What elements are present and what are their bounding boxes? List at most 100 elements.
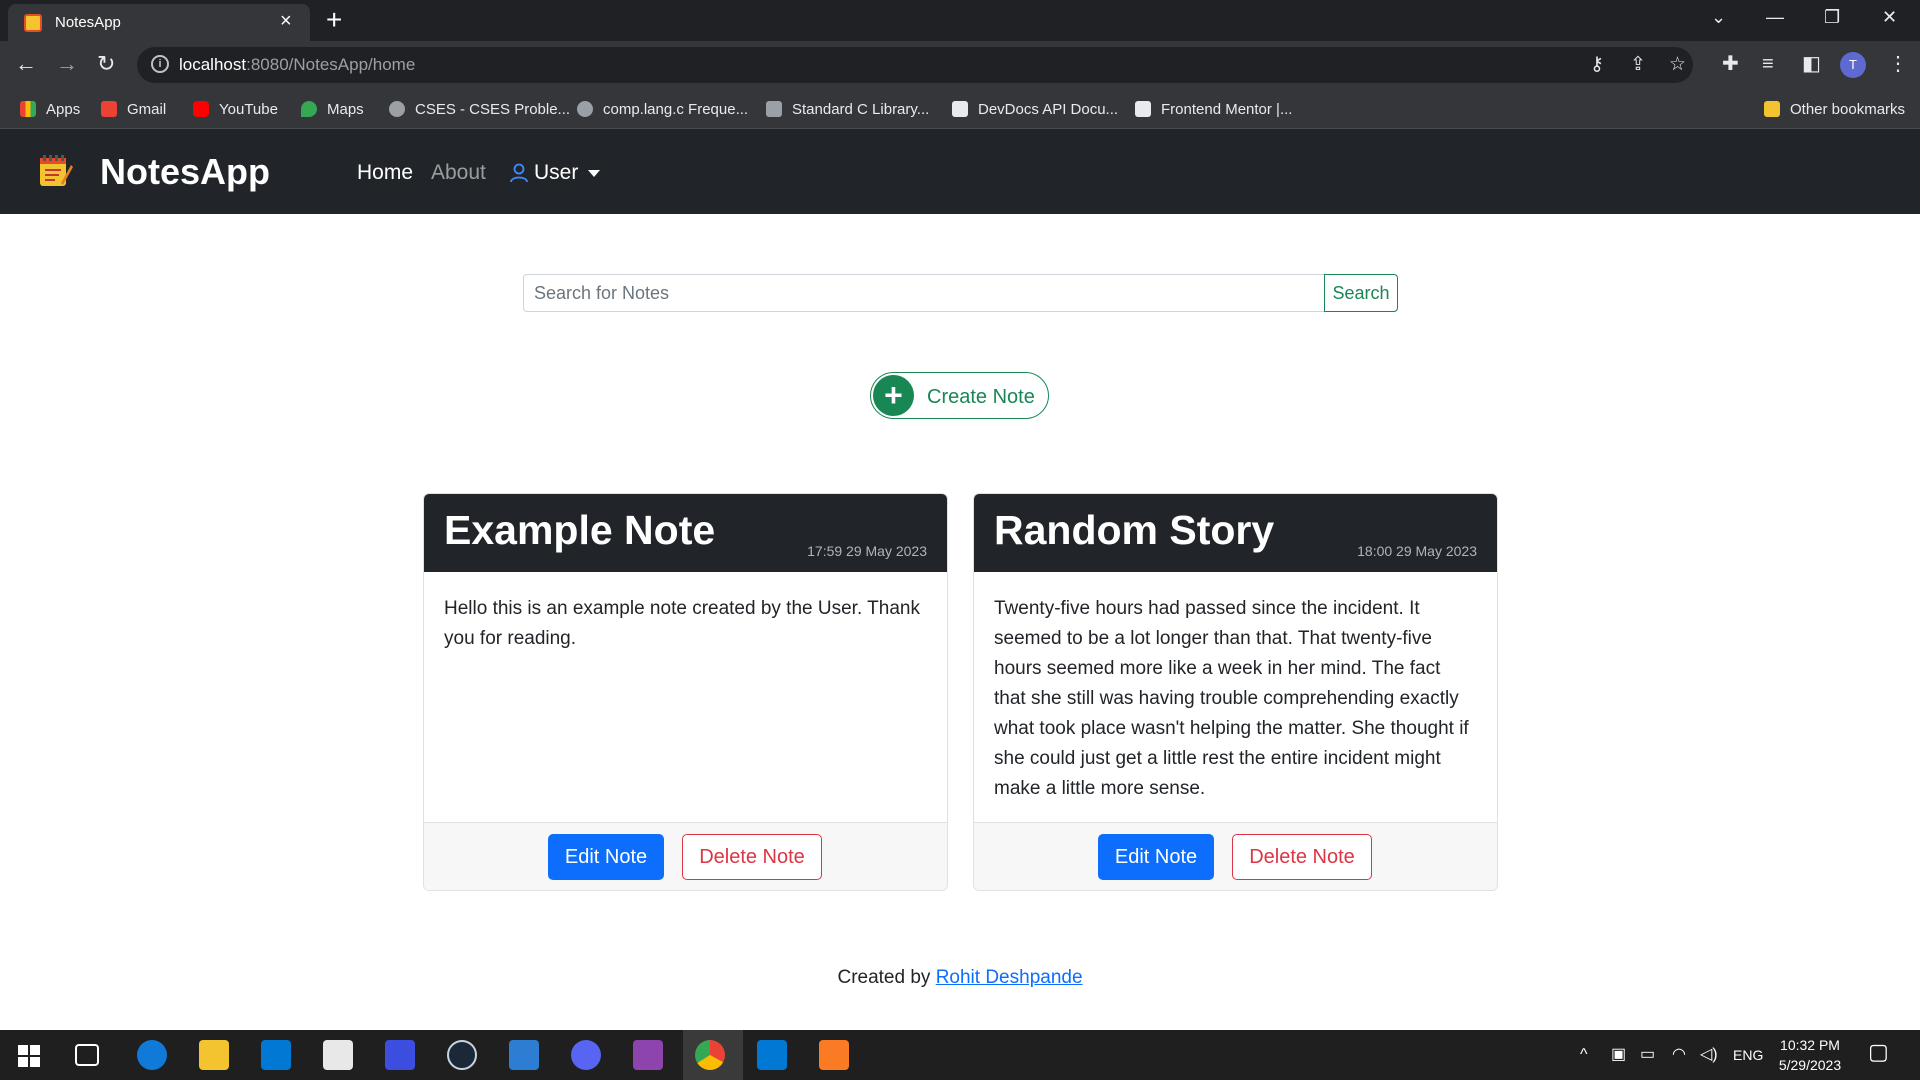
gmail-icon: [101, 101, 117, 117]
frontend-mentor-icon: [1135, 101, 1151, 117]
windows-taskbar: ^ ▣ ▭ ◠ ◁) ENG 10:32 PM 5/29/2023 ▢: [0, 1030, 1920, 1080]
menu-kebab-icon[interactable]: ⋮: [1888, 50, 1908, 78]
reload-icon[interactable]: ↻: [97, 50, 115, 78]
browser-tab-strip: NotesApp × + ⌄ — ❐ ✕: [0, 0, 1920, 41]
task-view-icon[interactable]: [75, 1044, 99, 1066]
discord-icon[interactable]: [571, 1040, 601, 1070]
browser-tab[interactable]: NotesApp ×: [8, 4, 310, 41]
edit-note-button[interactable]: Edit Note: [1098, 834, 1214, 880]
installer-icon[interactable]: [509, 1040, 539, 1070]
plus-icon: +: [873, 375, 914, 416]
folder-icon: [1764, 101, 1780, 117]
chevron-down-icon: [588, 169, 601, 177]
vs-code-alt-icon[interactable]: [385, 1040, 415, 1070]
bookmark-frontend-mentor[interactable]: Frontend Mentor |...: [1135, 97, 1292, 121]
minimize-icon[interactable]: —: [1766, 6, 1784, 28]
bookmark-youtube[interactable]: YouTube: [193, 97, 278, 121]
visual-studio-icon[interactable]: [633, 1040, 663, 1070]
user-dropdown[interactable]: User: [510, 161, 601, 185]
address-bar[interactable]: i localhost:8080/NotesApp/home ⚷ ⇪ ☆: [137, 47, 1693, 83]
chrome-icon[interactable]: [695, 1040, 725, 1070]
create-note-button[interactable]: + Create Note: [870, 372, 1049, 419]
key-icon[interactable]: ⚷: [1590, 53, 1604, 77]
battery-icon[interactable]: ▭: [1640, 1045, 1655, 1065]
note-title: Random Story: [994, 507, 1275, 553]
windows-start-icon[interactable]: [18, 1045, 40, 1067]
close-window-icon[interactable]: ✕: [1882, 6, 1897, 28]
language-indicator[interactable]: ENG: [1733, 1045, 1763, 1065]
note-card-footer: Edit Note Delete Note: [424, 822, 947, 890]
bookmark-gmail[interactable]: Gmail: [101, 97, 166, 121]
bookmark-apps[interactable]: Apps: [20, 97, 80, 121]
gnu-icon: [766, 101, 782, 117]
search-button[interactable]: Search: [1324, 274, 1398, 312]
site-info-icon[interactable]: i: [151, 55, 169, 73]
tab-title: NotesApp: [55, 14, 121, 31]
tab-search-icon[interactable]: ⌄: [1711, 6, 1726, 28]
footer-prefix: Created by: [837, 967, 931, 988]
globe-icon: [389, 101, 405, 117]
bookmarks-bar: Apps Gmail YouTube Maps CSES - CSES Prob…: [0, 89, 1920, 129]
vscode-icon[interactable]: [757, 1040, 787, 1070]
system-clock[interactable]: 10:32 PM 5/29/2023: [1770, 1035, 1850, 1075]
brand-name[interactable]: NotesApp: [100, 151, 270, 193]
note-body: Hello this is an example note created by…: [444, 598, 920, 649]
youtube-icon: [193, 101, 209, 117]
url-text: localhost:8080/NotesApp/home: [179, 55, 416, 74]
notification-center-icon[interactable]: ▢: [1868, 1041, 1889, 1063]
note-card: Example Note 17:59 29 May 2023 Hello thi…: [423, 493, 948, 891]
delete-note-button[interactable]: Delete Note: [682, 834, 822, 880]
user-icon: [510, 163, 528, 183]
apps-grid-icon: [20, 101, 36, 117]
note-card-footer: Edit Note Delete Note: [974, 822, 1497, 890]
reading-list-icon[interactable]: ≡: [1762, 50, 1774, 78]
bookmark-other[interactable]: Other bookmarks: [1764, 97, 1905, 121]
note-date: 17:59 29 May 2023: [807, 543, 927, 559]
browser-toolbar: ← → ↻ i localhost:8080/NotesApp/home ⚷ ⇪…: [0, 41, 1920, 89]
file-explorer-icon[interactable]: [199, 1040, 229, 1070]
mail-icon[interactable]: [261, 1040, 291, 1070]
store-icon[interactable]: [323, 1040, 353, 1070]
forward-icon[interactable]: →: [56, 50, 78, 78]
restore-icon[interactable]: ❐: [1824, 6, 1840, 28]
clock-time: 10:32 PM: [1780, 1037, 1840, 1053]
side-panel-icon[interactable]: ◧: [1802, 50, 1821, 78]
note-title: Example Note: [444, 507, 716, 553]
edge-icon[interactable]: [137, 1040, 167, 1070]
meet-now-icon[interactable]: ▣: [1611, 1045, 1626, 1065]
note-date: 18:00 29 May 2023: [1357, 543, 1477, 559]
xampp-icon[interactable]: [819, 1040, 849, 1070]
share-icon[interactable]: ⇪: [1630, 53, 1646, 77]
note-card-header: Example Note 17:59 29 May 2023: [424, 494, 947, 572]
close-tab-icon[interactable]: ×: [280, 10, 292, 32]
profile-avatar[interactable]: T: [1840, 52, 1866, 78]
delete-note-button[interactable]: Delete Note: [1232, 834, 1372, 880]
user-dropdown-label: User: [534, 161, 579, 184]
app-navbar: NotesApp Home About User: [0, 129, 1920, 214]
bookmark-cses[interactable]: CSES - CSES Proble...: [389, 97, 570, 121]
nav-about-link[interactable]: About: [431, 161, 486, 185]
search-input[interactable]: [523, 274, 1325, 312]
steam-icon[interactable]: [447, 1040, 477, 1070]
notepad-logo-icon[interactable]: [37, 153, 73, 189]
back-icon[interactable]: ←: [15, 50, 37, 78]
note-card: Random Story 18:00 29 May 2023 Twenty-fi…: [973, 493, 1498, 891]
show-hidden-icons-chevron-icon[interactable]: ^: [1580, 1045, 1588, 1065]
author-link[interactable]: Rohit Deshpande: [936, 967, 1083, 988]
edit-note-button[interactable]: Edit Note: [548, 834, 664, 880]
bookmark-star-icon[interactable]: ☆: [1669, 53, 1686, 77]
note-body: Twenty-five hours had passed since the i…: [994, 598, 1469, 799]
bookmark-maps[interactable]: Maps: [301, 97, 364, 121]
nav-home-link[interactable]: Home: [357, 161, 413, 185]
wifi-icon[interactable]: ◠: [1672, 1045, 1686, 1065]
maps-pin-icon: [301, 101, 317, 117]
bookmark-comp-lang-c[interactable]: comp.lang.c Freque...: [577, 97, 748, 121]
new-tab-icon[interactable]: +: [326, 5, 342, 35]
note-card-header: Random Story 18:00 29 May 2023: [974, 494, 1497, 572]
bookmark-devdocs[interactable]: DevDocs API Docu...: [952, 97, 1118, 121]
volume-icon[interactable]: ◁): [1700, 1045, 1718, 1065]
extensions-icon[interactable]: ✚: [1722, 50, 1739, 78]
bookmark-standard-c-library[interactable]: Standard C Library...: [766, 97, 929, 121]
create-note-label: Create Note: [927, 386, 1035, 408]
globe-icon: [577, 101, 593, 117]
